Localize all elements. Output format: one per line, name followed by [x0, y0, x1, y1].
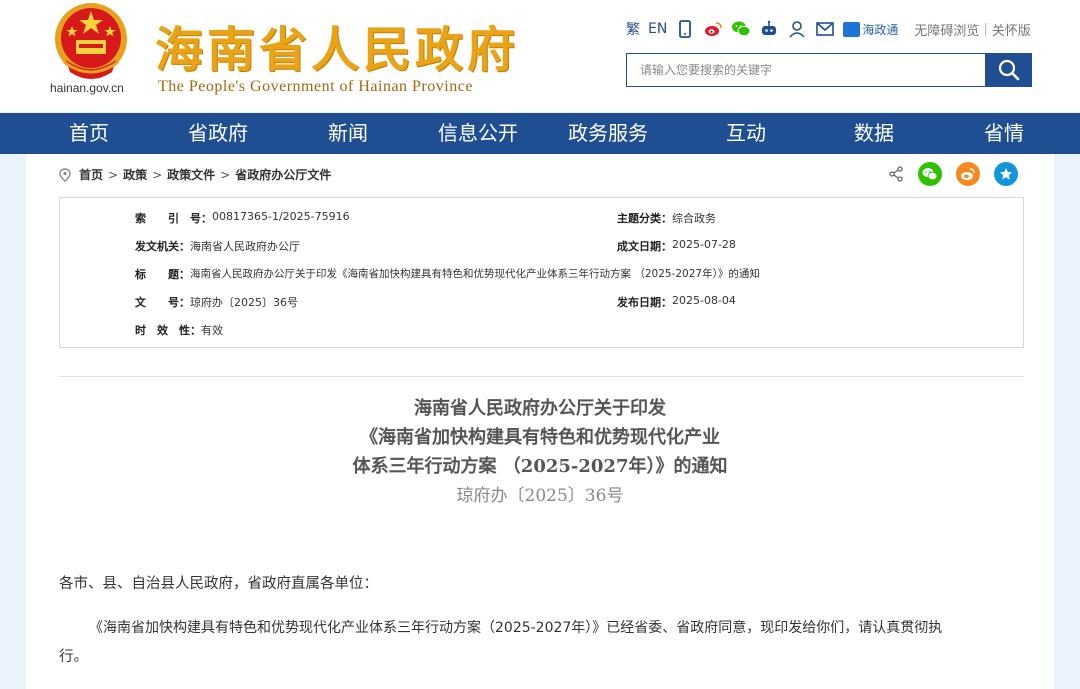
meta-title: 标 题： 海南省人民政府办公厅关于印发《海南省加快构建具有特色和优势现代化产业体…	[135, 266, 760, 282]
haizhengtong-link[interactable]: 海政通	[843, 21, 898, 38]
breadcrumb-separator: >	[220, 167, 231, 182]
header-toolbar: 繁 EN 海政通 无障碍浏览 | 关怀版	[626, 18, 1039, 40]
user-icon[interactable]	[787, 19, 807, 39]
mail-icon[interactable]	[815, 19, 835, 39]
meta-number-value: 琼府办〔2025〕36号	[190, 296, 298, 309]
breadcrumb-separator: >	[108, 167, 119, 182]
traditional-chinese-link[interactable]: 繁	[626, 19, 640, 39]
meta-published-value: 2025-08-04	[672, 294, 736, 307]
meta-validity: 时 效 性： 有效	[135, 322, 223, 338]
share-bar	[888, 162, 1018, 186]
location-pin-icon	[59, 167, 71, 182]
site-title[interactable]: 海南省人民政府	[155, 10, 519, 80]
document-number: 琼府办〔2025〕36号	[456, 486, 624, 506]
search-input[interactable]	[627, 54, 986, 86]
nav-item-home[interactable]: 首页	[0, 113, 178, 154]
nav-item-province[interactable]: 省情	[964, 113, 1044, 154]
meta-issuer-value: 海南省人民政府办公厅	[190, 240, 300, 253]
meta-validity-value: 有效	[201, 324, 223, 337]
weibo-icon	[961, 168, 975, 180]
wechat-icon	[922, 168, 938, 181]
paragraph-1-line-1: 《海南省加快构建具有特色和优势现代化产业体系三年行动方案（2025-2027年）…	[89, 620, 943, 636]
share-favorite-button[interactable]	[994, 162, 1018, 186]
wechat-icon[interactable]	[731, 19, 751, 39]
mobile-icon[interactable]	[675, 19, 695, 39]
star-icon	[1000, 168, 1012, 180]
share-icon[interactable]	[888, 166, 904, 182]
paragraph-1-line-2: 行。	[59, 649, 88, 665]
meta-created-date: 成文日期： 2025-07-28	[617, 238, 736, 254]
meta-published-date: 发布日期： 2025-08-04	[617, 294, 736, 310]
nav-item-government[interactable]: 省政府	[178, 113, 258, 154]
haizhengtong-label: 海政通	[862, 22, 899, 37]
nav-item-services[interactable]: 政务服务	[558, 113, 658, 154]
meta-title-label: 标 题：	[135, 268, 190, 281]
meta-category-label: 主题分类：	[617, 212, 672, 225]
site-domain-label: hainan.gov.cn	[50, 81, 124, 95]
meta-category-value: 综合政务	[672, 212, 716, 225]
search-icon	[998, 59, 1019, 81]
share-weibo-button[interactable]	[956, 162, 980, 186]
site-header: hainan.gov.cn 海南省人民政府 The People's Gover…	[0, 0, 1080, 112]
meta-number-label: 文 号：	[135, 296, 190, 309]
meta-category: 主题分类： 综合政务	[617, 210, 716, 226]
toolbar-separator: |	[983, 21, 988, 37]
document-title-line-3: 体系三年行动方案 （2025-2027年）》的通知	[352, 456, 728, 477]
meta-created-value: 2025-07-28	[672, 238, 736, 251]
document-metadata-box: 索 引 号： 00817365-1/2025-75916 主题分类： 综合政务 …	[59, 197, 1024, 348]
nav-item-info-disclosure[interactable]: 信息公开	[428, 113, 528, 154]
meta-doc-number: 文 号： 琼府办〔2025〕36号	[135, 294, 298, 310]
document-title-line-2: 《海南省加快构建具有特色和优势现代化产业	[360, 427, 720, 448]
english-link[interactable]: EN	[648, 21, 667, 37]
meta-validity-label: 时 效 性：	[135, 324, 201, 337]
main-nav: 首页 省政府 新闻 信息公开 政务服务 互动 数据 省情	[0, 113, 1080, 154]
search-button[interactable]	[985, 53, 1032, 87]
breadcrumb-office-docs[interactable]: 省政府办公厅文件	[235, 166, 331, 183]
weibo-icon[interactable]	[703, 19, 723, 39]
meta-issuer-label: 发文机关：	[135, 240, 190, 253]
nav-item-news[interactable]: 新闻	[298, 113, 398, 154]
search-box	[626, 53, 986, 87]
elderly-mode-link[interactable]: 关怀版	[992, 20, 1031, 39]
haizhengtong-icon	[843, 21, 861, 37]
meta-issuer: 发文机关： 海南省人民政府办公厅	[135, 238, 300, 254]
national-emblem-icon	[55, 3, 127, 79]
divider	[59, 376, 1024, 377]
meta-created-label: 成文日期：	[617, 240, 672, 253]
meta-index-label: 索 引 号：	[135, 212, 212, 225]
breadcrumb-policy[interactable]: 政策	[123, 166, 147, 183]
meta-index: 索 引 号： 00817365-1/2025-75916	[135, 210, 350, 226]
document-title-line-1: 海南省人民政府办公厅关于印发	[414, 398, 666, 419]
nav-item-data[interactable]: 数据	[834, 113, 914, 154]
breadcrumb-separator: >	[152, 167, 163, 182]
article-container: 首页 > 政策 > 政策文件 > 省政府办公厅文件 索 引 号： 0081736…	[26, 154, 1054, 689]
meta-published-label: 发布日期：	[617, 296, 672, 309]
breadcrumb-policy-docs[interactable]: 政策文件	[167, 166, 215, 183]
site-subtitle: The People's Government of Hainan Provin…	[158, 78, 473, 95]
breadcrumb: 首页 > 政策 > 政策文件 > 省政府办公厅文件	[59, 166, 331, 183]
nav-item-interaction[interactable]: 互动	[706, 113, 786, 154]
meta-index-value: 00817365-1/2025-75916	[212, 210, 350, 223]
robot-icon[interactable]	[759, 19, 779, 39]
accessibility-link[interactable]: 无障碍浏览	[914, 20, 979, 39]
breadcrumb-home[interactable]: 首页	[79, 166, 103, 183]
share-wechat-button[interactable]	[918, 162, 942, 186]
salutation: 各市、县、自治县人民政府，省政府直属各单位：	[59, 576, 378, 592]
meta-title-value: 海南省人民政府办公厅关于印发《海南省加快构建具有特色和优势现代化产业体系三年行动…	[190, 268, 760, 280]
